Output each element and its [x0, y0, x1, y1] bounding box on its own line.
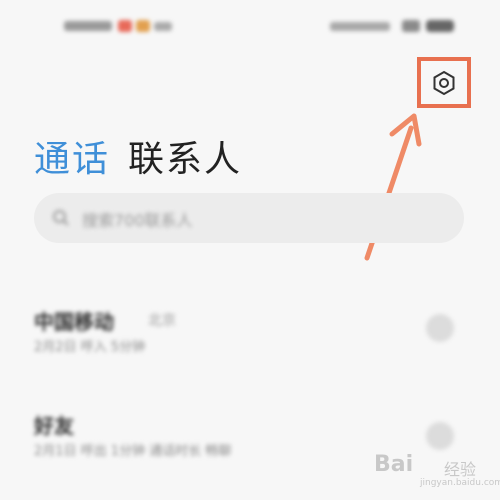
watermark: Bai 经验 jingyan.baidu.com	[374, 452, 500, 492]
tab-contacts[interactable]: 联系人	[128, 130, 242, 182]
status-bar-carrier	[64, 18, 174, 34]
watermark-logo: Bai	[374, 452, 414, 477]
watermark-url: jingyan.baidu.com	[420, 478, 500, 488]
status-bar	[0, 0, 500, 55]
info-icon[interactable]	[426, 422, 454, 450]
search-placeholder: 搜索700联系人	[82, 211, 193, 230]
gear-hexagon-icon	[433, 70, 455, 95]
info-icon[interactable]	[426, 314, 454, 342]
search-icon	[53, 210, 69, 226]
watermark-text: 经验	[444, 460, 477, 479]
contact-name: 好友	[34, 414, 74, 438]
tab-calls[interactable]: 通话	[34, 130, 110, 182]
tab-bar: 通话 联系人	[34, 130, 242, 180]
call-log-item[interactable]: 中国移动 北京 2月2日 呼入 5分钟	[0, 292, 500, 372]
settings-button[interactable]	[417, 57, 471, 108]
call-detail: 2月2日 呼入 5分钟	[34, 340, 146, 355]
status-bar-indicators	[330, 18, 460, 34]
search-input[interactable]: 搜索700联系人	[34, 193, 464, 243]
call-detail: 2月1日 呼出 1分钟 通话时长 畅聊	[34, 444, 232, 459]
contact-name: 中国移动	[34, 310, 114, 334]
contact-tag: 北京	[148, 313, 176, 329]
